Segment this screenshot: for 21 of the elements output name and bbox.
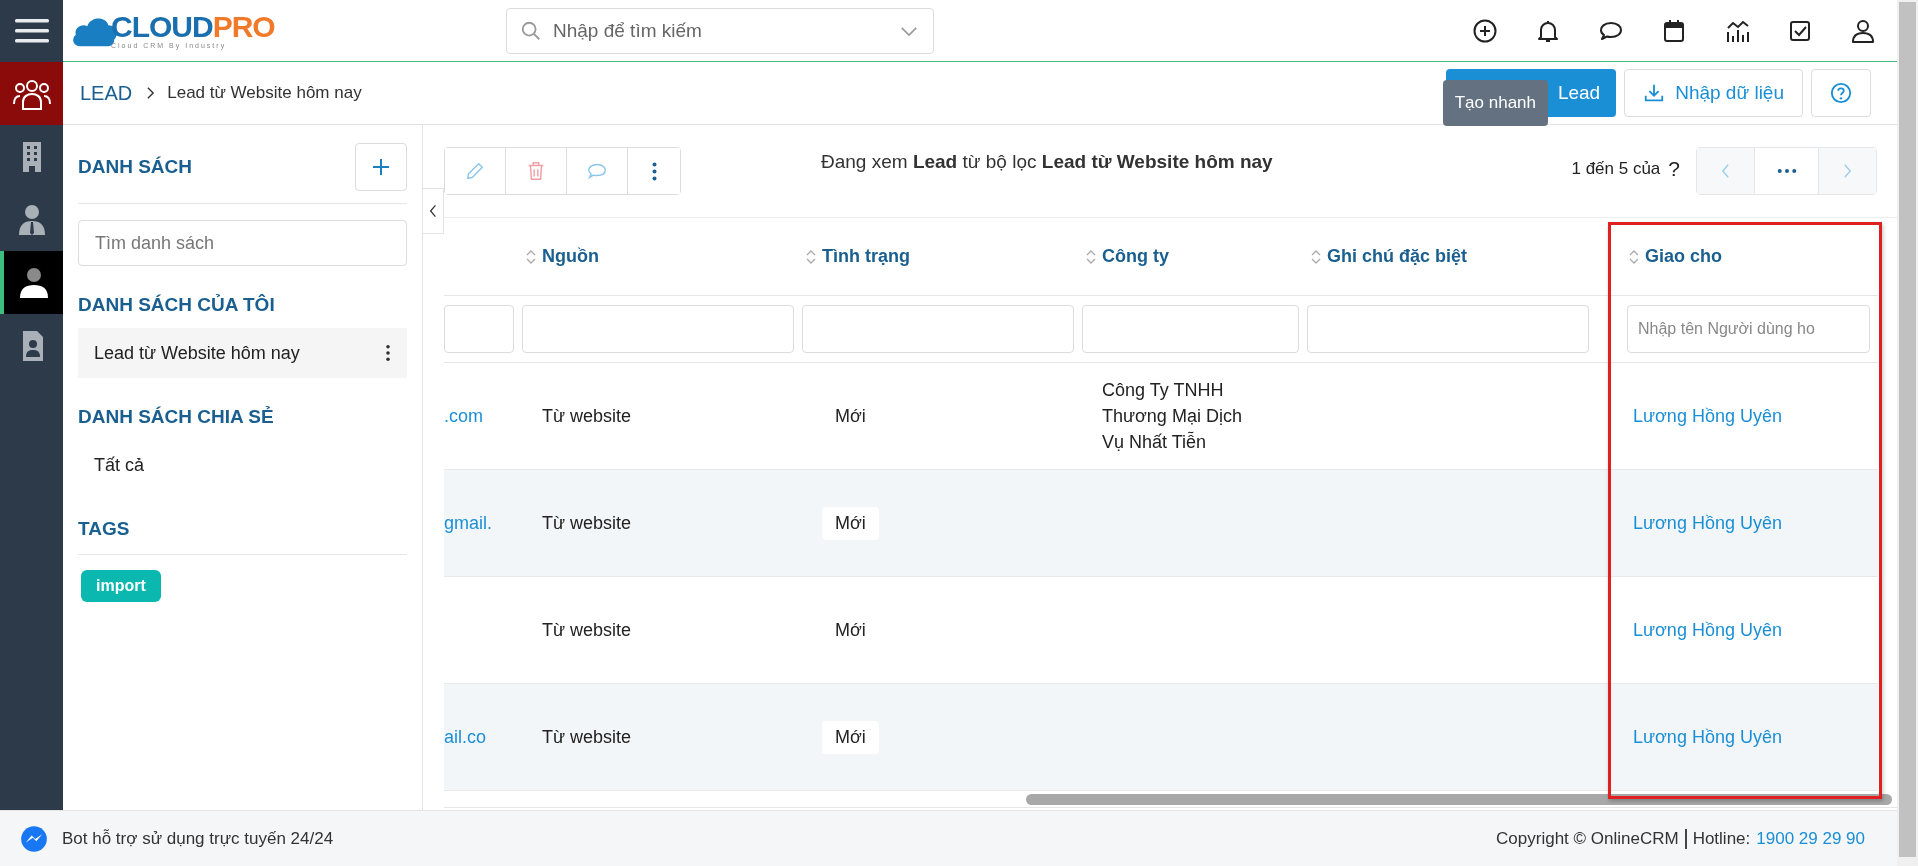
status-label: Mới	[822, 720, 879, 754]
status-label: Mới	[834, 618, 867, 642]
copyright-text: Copyright © OnlineCRM	[1496, 828, 1687, 849]
breadcrumb-current: Lead từ Website hôm nay	[167, 83, 362, 103]
table-cell: Từ website	[542, 619, 632, 641]
support-text: Bot hỗ trợ sử dụng trực tuyến 24/24	[62, 828, 334, 849]
hotline-label: Hotline:	[1692, 828, 1751, 849]
status-label: Mới	[834, 404, 867, 428]
page-range: 1 đến 5 của	[1571, 159, 1661, 179]
status-label: Mới	[822, 506, 879, 540]
tooltip: Tạo nhanh	[1442, 80, 1548, 126]
section-title: DANH SÁCH CỦA TÔI	[78, 294, 276, 316]
section-title: TAGS	[78, 518, 407, 555]
table-cell-text: Công Ty TNHH Thương Mại Dịch Vụ Nhất Tiễn	[1102, 379, 1243, 454]
table-cell: Từ website	[542, 512, 632, 534]
total-count: ?	[1668, 157, 1680, 181]
panel-title: DANH SÁCH	[78, 156, 192, 178]
section-title: DANH SÁCH CHIA SẺ	[78, 406, 275, 428]
table-cell: Từ website	[542, 405, 632, 427]
table-cell: Từ website	[542, 726, 632, 748]
filter-summary: Đang xem Lead từ bộ lọc Lead từ Website hôm nay	[821, 151, 1273, 173]
